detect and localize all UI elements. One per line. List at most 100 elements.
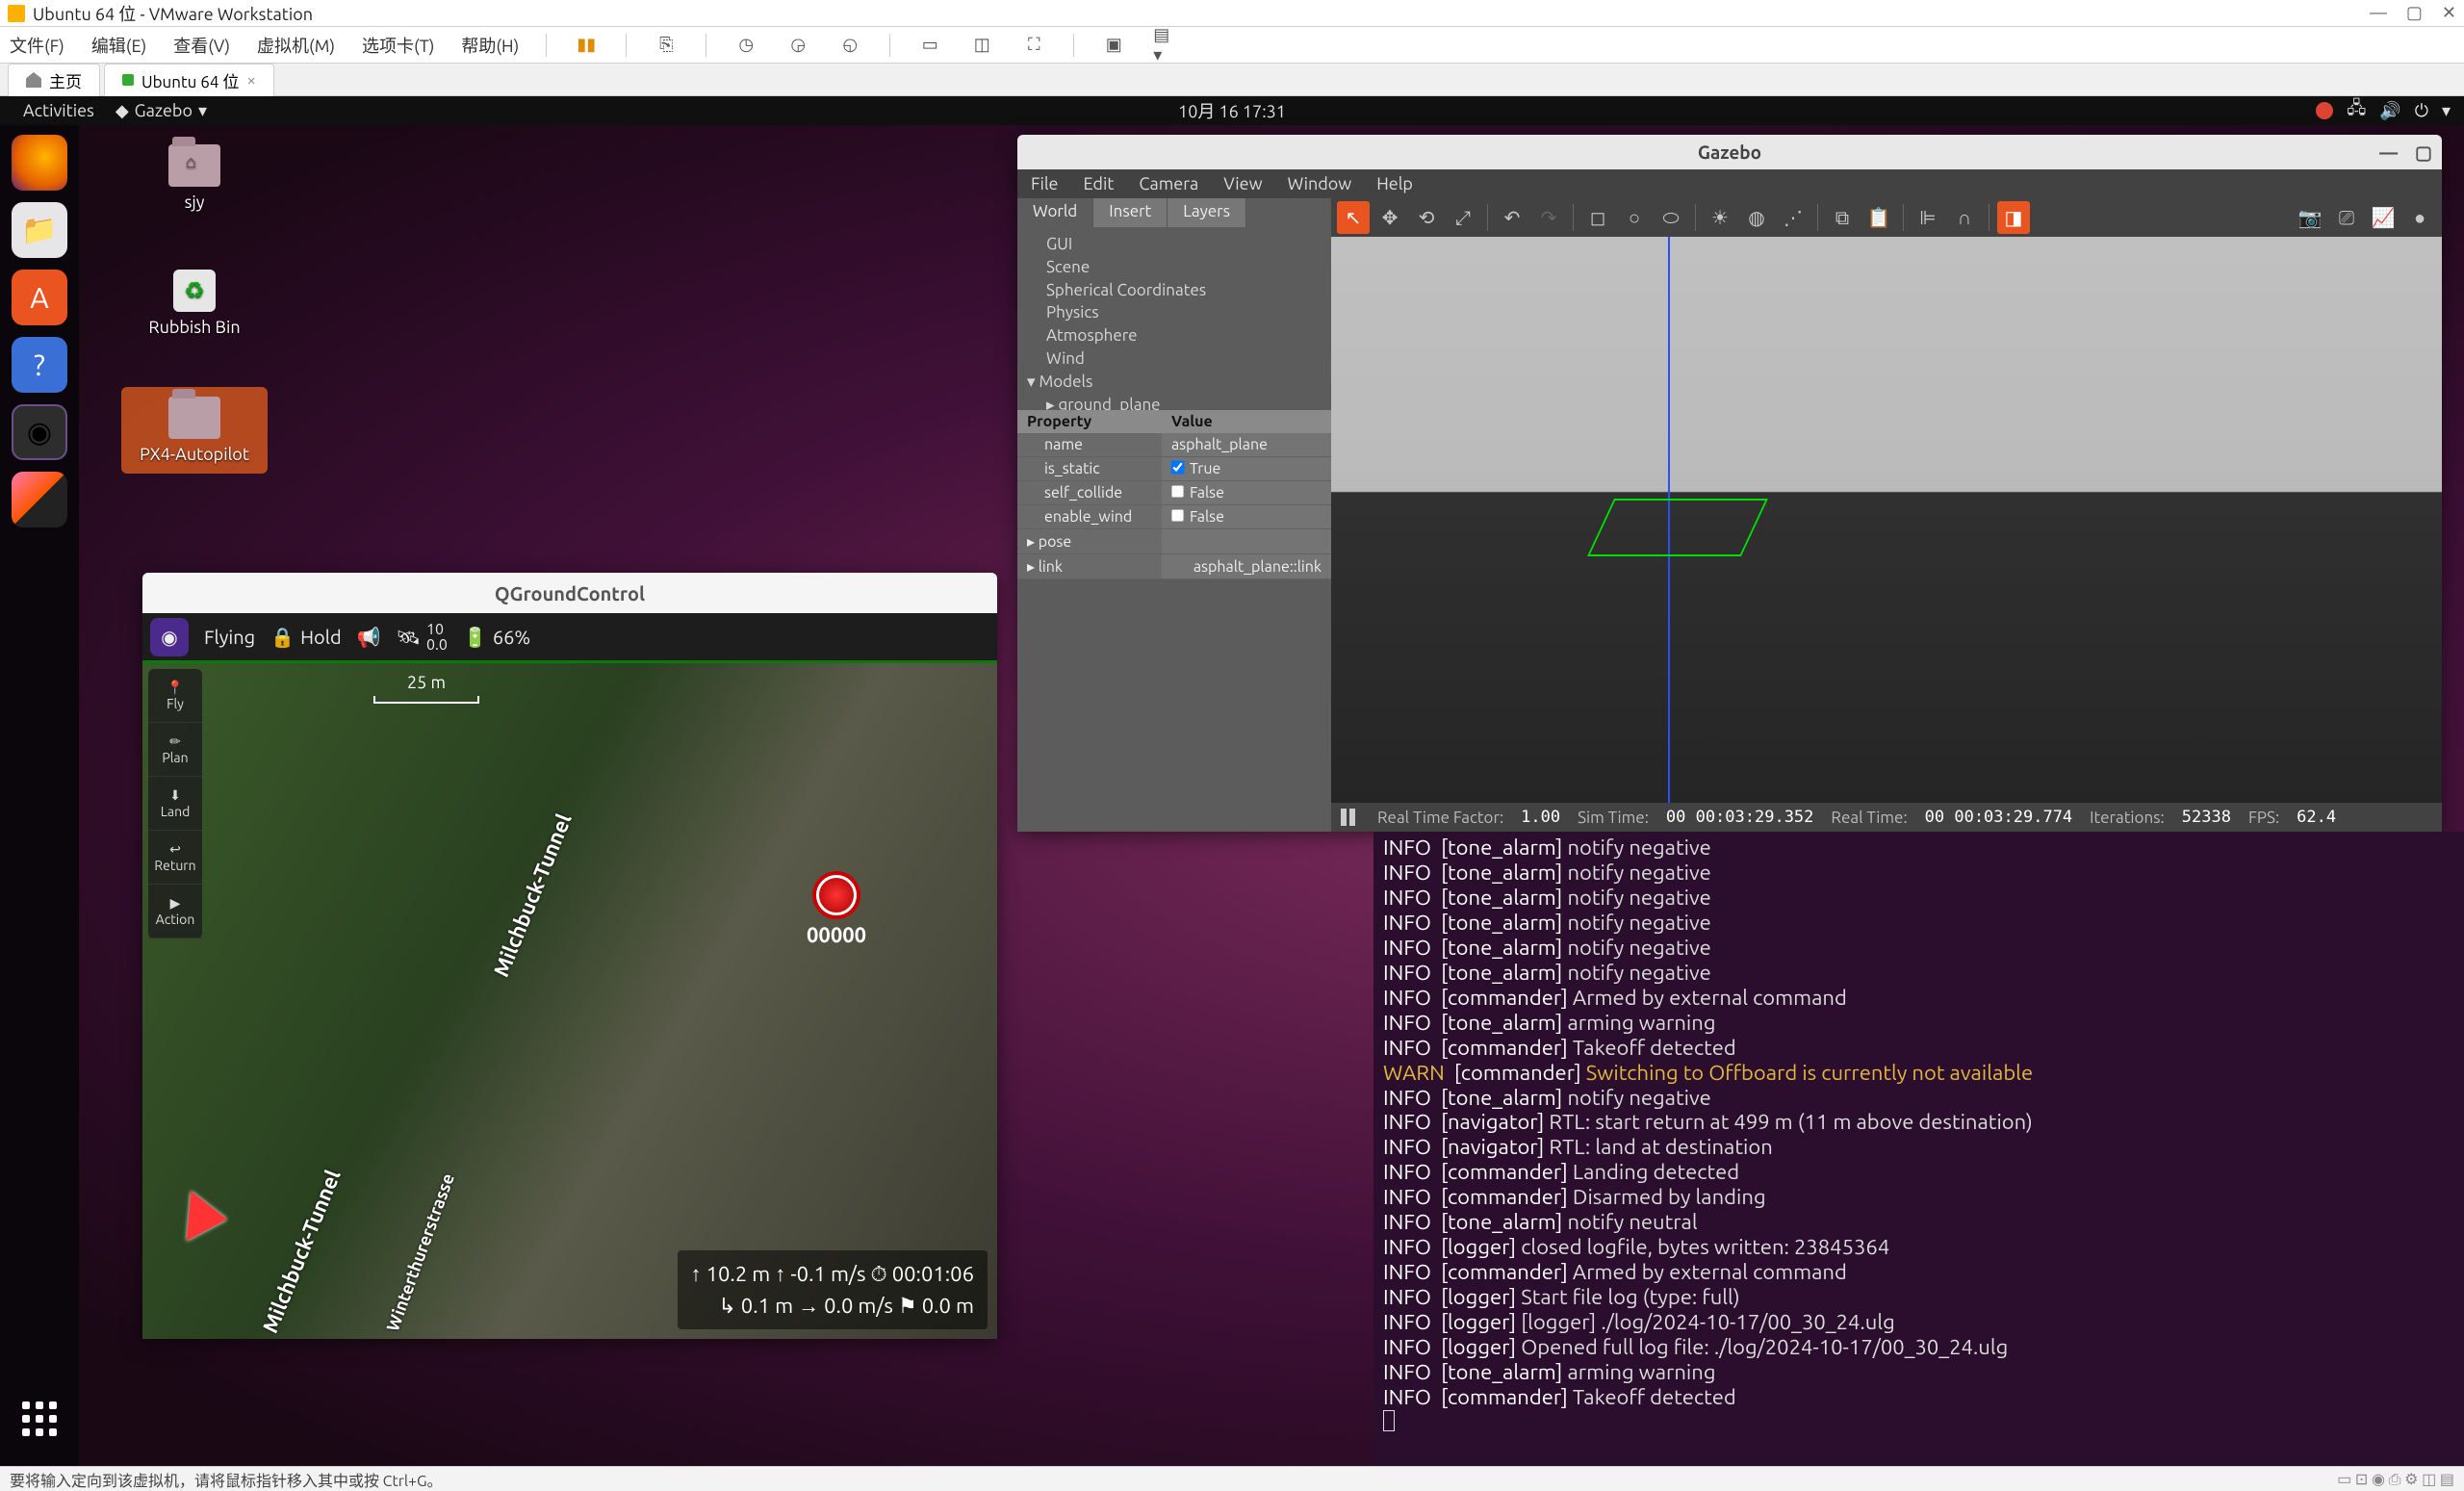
undo-icon[interactable]: ↶ (1496, 201, 1528, 234)
sphere-primitive-icon[interactable]: ○ (1618, 201, 1651, 234)
rotate-tool-icon[interactable]: ⟲ (1410, 201, 1443, 234)
dock-qgroundcontrol[interactable]: ◉ (12, 404, 67, 460)
dock-gazebo[interactable] (12, 472, 67, 527)
tree-spherical[interactable]: Spherical Coordinates (1027, 279, 1322, 302)
self-collide-checkbox[interactable] (1170, 484, 1184, 498)
terminal-window[interactable]: INFO [tone_alarm] notify negativeINFO [t… (1373, 832, 2464, 1466)
gazebo-window[interactable]: Gazebo —▢ File Edit Camera View Window H… (1017, 135, 2442, 832)
tool-land[interactable]: ⬇Land (148, 777, 202, 831)
activities-button[interactable]: Activities (13, 99, 104, 122)
dock-files[interactable]: 📁 (12, 202, 67, 258)
dock-firefox[interactable] (12, 135, 67, 191)
tab-close-icon[interactable]: × (246, 71, 256, 90)
tree-gui[interactable]: GUI (1027, 233, 1322, 256)
desktop-trash[interactable]: ♻ Rubbish Bin (137, 270, 252, 337)
network-icon[interactable]: 🖧 (2347, 96, 2366, 125)
prop-row-link[interactable]: ▸ linkasphalt_plane::link (1017, 554, 1331, 579)
redo-icon[interactable]: ↷ (1532, 201, 1565, 234)
tree-atmosphere[interactable]: Atmosphere (1027, 324, 1322, 347)
record-icon[interactable]: ● (2403, 201, 2436, 234)
tree-ground-plane[interactable]: ▸ ground_plane (1027, 394, 1322, 410)
menu-view[interactable]: 查看(V) (173, 33, 230, 58)
tab-home[interactable]: 主页 (8, 64, 100, 96)
menu-window[interactable]: Window (1288, 174, 1352, 193)
scale-tool-icon[interactable]: ⤢ (1447, 201, 1479, 234)
world-tree[interactable]: GUI Scene Spherical Coordinates Physics … (1017, 227, 1331, 410)
tool-return[interactable]: ↩Return (148, 831, 202, 885)
dock-help[interactable]: ? (12, 337, 67, 393)
directional-light-icon[interactable]: ⋰ (1777, 201, 1810, 234)
prop-row-pose[interactable]: ▸ pose (1017, 529, 1331, 554)
window-minimize-button[interactable]: — (2379, 141, 2398, 164)
tree-wind[interactable]: Wind (1027, 347, 1322, 371)
select-tool-icon[interactable]: ↖ (1337, 201, 1370, 234)
system-tray[interactable]: 🖧 🔊 ⏻ ▾ (2316, 96, 2451, 125)
app-menu[interactable]: ◆ Gazebo ▾ (116, 101, 207, 121)
pause-sim-button[interactable] (1341, 809, 1360, 826)
menu-edit[interactable]: 编辑(E) (91, 33, 146, 58)
menu-tabs[interactable]: 选项卡(T) (362, 33, 434, 58)
gps-status[interactable]: 🛰100.0 (397, 622, 448, 653)
box-primitive-icon[interactable]: ◻ (1581, 201, 1614, 234)
menu-file[interactable]: 文件(F) (10, 33, 64, 58)
menu-edit[interactable]: Edit (1084, 174, 1115, 193)
tab-layers[interactable]: Layers (1168, 198, 1246, 227)
prop-row-enable-wind[interactable]: enable_windFalse (1017, 505, 1331, 529)
screenshot-icon[interactable]: 📷 (2294, 201, 2326, 234)
tool-plan[interactable]: ✏Plan (148, 723, 202, 777)
qgc-logo-icon[interactable]: ◉ (150, 618, 189, 656)
home-marker-icon[interactable] (816, 875, 857, 915)
audio-mute-icon[interactable]: 📢 (357, 626, 381, 649)
revert-icon[interactable]: ◵ (837, 33, 862, 58)
menu-vm[interactable]: 虚拟机(M) (257, 33, 335, 58)
window-maximize-button[interactable]: ▢ (2415, 141, 2432, 164)
tab-vm-ubuntu[interactable]: Ubuntu 64 位× (104, 64, 274, 96)
log-icon[interactable]: ⎚ (2330, 201, 2363, 234)
menu-help[interactable]: Help (1376, 174, 1413, 193)
dock-show-applications[interactable] (12, 1391, 67, 1447)
copy-icon[interactable]: ⧉ (1826, 201, 1859, 234)
tool-action[interactable]: ▶Action (148, 885, 202, 938)
notification-indicator-icon[interactable] (2316, 102, 2333, 119)
snap-icon[interactable]: ∩ (1948, 201, 1981, 234)
tab-insert[interactable]: Insert (1093, 198, 1168, 227)
qgc-titlebar[interactable]: QGroundControl (142, 573, 997, 613)
battery-status[interactable]: 🔋66% (463, 626, 530, 649)
fit-guest-icon[interactable]: ◫ (969, 33, 994, 58)
tab-world[interactable]: World (1017, 198, 1093, 227)
point-light-icon[interactable]: ☀ (1704, 201, 1736, 234)
desktop-home-folder[interactable]: ⌂ sjy (137, 144, 252, 212)
translate-tool-icon[interactable]: ✥ (1373, 201, 1406, 234)
pause-vm-icon[interactable]: ▮▮ (574, 33, 599, 58)
vehicle-marker-icon[interactable] (187, 1191, 229, 1244)
prop-row-is-static[interactable]: is_staticTrue (1017, 457, 1331, 481)
view-angle-icon[interactable]: ◨ (1997, 201, 2030, 234)
window-maximize-button[interactable]: ▢ (2406, 3, 2423, 23)
prop-row-self-collide[interactable]: self_collideFalse (1017, 481, 1331, 505)
gazebo-3d-viewport[interactable] (1331, 237, 2442, 803)
menu-camera[interactable]: Camera (1139, 174, 1198, 193)
flight-mode[interactable]: 🔒Hold (270, 626, 342, 649)
qgroundcontrol-window[interactable]: QGroundControl ◉ Flying 🔒Hold 📢 🛰100.0 🔋… (142, 573, 997, 1339)
snapshot-manager-icon[interactable]: ◶ (785, 33, 810, 58)
desktop[interactable]: ⌂ sjy ♻ Rubbish Bin PX4-Autopilot QGroun… (79, 125, 2464, 1466)
chevron-down-icon[interactable]: ▾ (2442, 101, 2451, 121)
send-ctrlaltdel-icon[interactable]: ⎘ (654, 33, 679, 58)
menu-help[interactable]: 帮助(H) (461, 33, 519, 58)
gazebo-titlebar[interactable]: Gazebo —▢ (1017, 135, 2442, 169)
plot-icon[interactable]: 📈 (2367, 201, 2400, 234)
tool-fly[interactable]: 📍Fly (148, 669, 202, 723)
qgc-map[interactable]: 📍Fly ✏Plan ⬇Land ↩Return ▶Action 25 m Mi… (142, 663, 997, 1339)
window-minimize-button[interactable]: — (2370, 3, 2387, 23)
volume-icon[interactable]: 🔊 (2379, 101, 2400, 121)
tree-scene[interactable]: Scene (1027, 256, 1322, 279)
unity-icon[interactable]: ▤ ▾ (1153, 33, 1178, 58)
menu-view[interactable]: View (1223, 174, 1262, 193)
fit-window-icon[interactable]: ▭ (917, 33, 942, 58)
paste-icon[interactable]: 📋 (1862, 201, 1895, 234)
is-static-checkbox[interactable] (1170, 460, 1184, 474)
dock-software[interactable]: A (12, 270, 67, 325)
cylinder-primitive-icon[interactable]: ⬭ (1655, 201, 1687, 234)
power-icon[interactable]: ⏻ (2415, 101, 2428, 121)
desktop-px4-folder[interactable]: PX4-Autopilot (121, 387, 268, 474)
